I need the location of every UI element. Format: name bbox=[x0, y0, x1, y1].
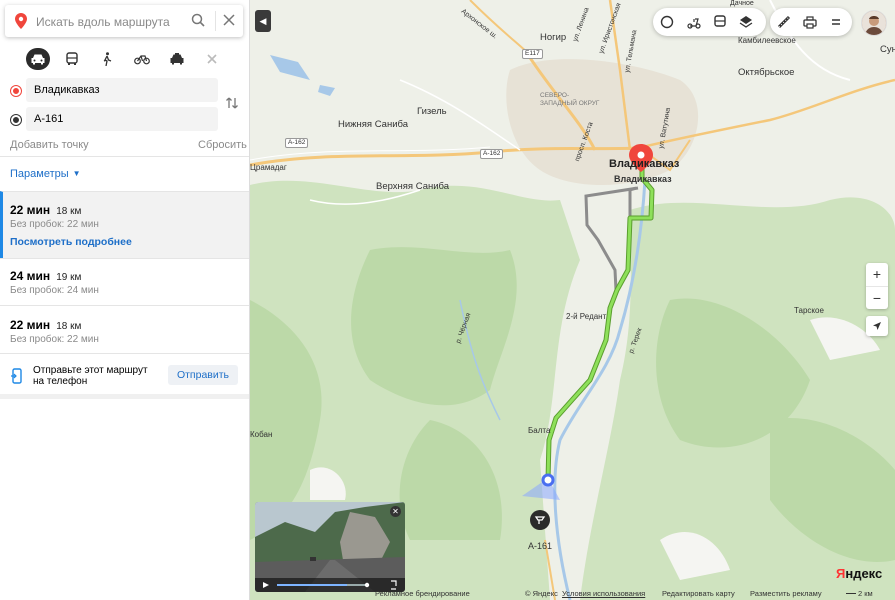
map-label-vladikavkaz: Владикавказ bbox=[609, 158, 680, 170]
map-label-balta: Балта bbox=[528, 426, 551, 435]
road-shield-a162: А-162 bbox=[480, 149, 504, 159]
route-option-3[interactable]: 22 мин 18 км Без пробок: 22 мин bbox=[0, 305, 249, 354]
route-to-input[interactable]: А-161 bbox=[34, 113, 63, 125]
scale-label: 2 км bbox=[858, 589, 873, 598]
location-arrow-icon bbox=[873, 322, 881, 330]
edit-map-link[interactable]: Редактировать карту bbox=[662, 589, 735, 598]
road-shield-a162: А-162 bbox=[285, 138, 309, 148]
traffic-icon[interactable] bbox=[659, 14, 675, 30]
divider bbox=[0, 156, 249, 157]
route-no-traffic: Без пробок: 24 мин bbox=[10, 285, 99, 296]
close-icon[interactable] bbox=[222, 13, 236, 30]
pedestrian-icon[interactable] bbox=[95, 48, 119, 70]
route-from-input[interactable]: Владикавказ bbox=[34, 84, 100, 96]
send-button[interactable]: Отправить bbox=[168, 365, 238, 385]
taxi-icon[interactable] bbox=[165, 48, 189, 70]
zoom-control: + − bbox=[866, 263, 888, 309]
zoom-in-button[interactable]: + bbox=[866, 263, 888, 287]
map-scale: 2 км bbox=[846, 589, 873, 598]
map-label-a161: А-161 bbox=[528, 541, 553, 551]
yandex-logo[interactable]: Яндекс bbox=[836, 566, 882, 581]
transport-modes bbox=[18, 48, 238, 70]
map-label-sun: Сун bbox=[880, 44, 895, 55]
print-icon[interactable] bbox=[802, 14, 818, 30]
route-from-field[interactable]: Владикавказ bbox=[8, 78, 218, 102]
road-shield-e117: E117 bbox=[522, 49, 543, 59]
search-input[interactable]: Искать вдоль маршрута bbox=[36, 15, 170, 29]
route-search-bar[interactable]: Искать вдоль маршрута bbox=[5, 5, 243, 37]
start-point-icon bbox=[10, 85, 22, 97]
scale-bar bbox=[846, 593, 856, 594]
map-label-district: СЕВЕРО-ЗАПАДНЫЙ ОКРУГ bbox=[540, 92, 600, 107]
map-layers-toolbar bbox=[653, 8, 766, 36]
route-option-2[interactable]: 24 мин 19 км Без пробок: 24 мин bbox=[0, 258, 249, 306]
ruler-icon[interactable] bbox=[776, 14, 792, 30]
swap-arrows-icon[interactable] bbox=[225, 96, 239, 113]
scooter-icon[interactable] bbox=[686, 14, 702, 30]
layers-icon[interactable] bbox=[738, 14, 754, 30]
route-panel: Искать вдоль маршрута Владикавказ А-161 … bbox=[0, 0, 250, 600]
close-icon[interactable]: ✕ bbox=[390, 506, 401, 517]
map-label-koban: Кобан bbox=[250, 430, 273, 439]
logo-rest: ндекс bbox=[845, 566, 883, 581]
user-avatar[interactable] bbox=[861, 10, 887, 36]
zoom-out-button[interactable]: − bbox=[866, 287, 888, 310]
ads-branding-link[interactable]: Рекламное брендирование bbox=[375, 589, 470, 598]
map-label-tarskoe: Тарское bbox=[794, 306, 824, 315]
place-ad-link[interactable]: Разместить рекламу bbox=[750, 589, 822, 598]
add-point-link[interactable]: Добавить точку bbox=[10, 139, 89, 151]
bicycle-icon[interactable] bbox=[130, 48, 154, 70]
map-label-nogir: Ногир bbox=[540, 32, 567, 43]
map-label-dachnoe: Дачное bbox=[730, 0, 754, 7]
end-point-icon bbox=[10, 114, 22, 126]
map-label-verkhnyaya-saniba: Верхняя Саниба bbox=[376, 181, 450, 192]
map-pin-icon bbox=[15, 13, 27, 32]
copyright-text: © Яндекс bbox=[525, 589, 558, 598]
route-no-traffic: Без пробок: 22 мин bbox=[10, 334, 99, 345]
divider bbox=[0, 394, 249, 399]
close-icon[interactable] bbox=[200, 48, 224, 70]
map-tools-toolbar bbox=[770, 8, 852, 36]
route-time: 24 мин 19 км bbox=[10, 269, 82, 283]
map-label-oktyabrskoe: Октябрьское bbox=[738, 67, 795, 78]
route-time: 22 мин 18 км bbox=[10, 318, 82, 332]
search-icon[interactable] bbox=[191, 13, 205, 30]
locate-me-button[interactable] bbox=[866, 316, 888, 336]
phone-icon bbox=[11, 368, 23, 387]
route-time: 22 мин 18 км bbox=[10, 203, 82, 217]
route-no-traffic: Без пробок: 22 мин bbox=[10, 219, 99, 230]
bus-icon[interactable] bbox=[60, 48, 84, 70]
map-label-vladikavkaz-point: Владикавказ bbox=[614, 174, 672, 184]
map-label-gramadag: Црамадаг bbox=[250, 163, 287, 172]
transit-icon[interactable] bbox=[712, 14, 728, 30]
map-label-redant: 2-й Редант bbox=[566, 312, 607, 321]
chevron-down-icon: ▼ bbox=[72, 169, 81, 178]
parameters-label: Параметры bbox=[10, 168, 69, 180]
map-label-kambileevskoe: Камбилеевское bbox=[738, 36, 796, 45]
route-to-field[interactable]: А-161 bbox=[8, 107, 218, 131]
panorama-video-preview[interactable]: ✕ bbox=[255, 502, 405, 592]
menu-icon[interactable] bbox=[828, 14, 844, 30]
map-label-gizel: Гизель bbox=[417, 106, 447, 117]
reset-link[interactable]: Сбросить bbox=[198, 139, 247, 151]
search-divider bbox=[215, 11, 216, 31]
route-option-1[interactable]: 22 мин 18 км Без пробок: 22 мин Посмотрет… bbox=[0, 191, 249, 258]
collapse-panel-button[interactable]: ◀ bbox=[255, 10, 271, 32]
send-to-phone-text: Отправьте этот маршрут на телефон bbox=[33, 365, 148, 387]
parameters-toggle[interactable]: Параметры ▼ bbox=[10, 168, 81, 180]
map-label-nizhnyaya-saniba: Нижняя Саниба bbox=[338, 119, 409, 130]
panorama-thumbnail bbox=[255, 502, 405, 592]
car-icon[interactable] bbox=[26, 48, 50, 70]
route-details-link[interactable]: Посмотреть подробнее bbox=[10, 236, 132, 248]
logo-letter: Я bbox=[836, 566, 846, 581]
terms-link[interactable]: Условия использования bbox=[562, 589, 645, 598]
